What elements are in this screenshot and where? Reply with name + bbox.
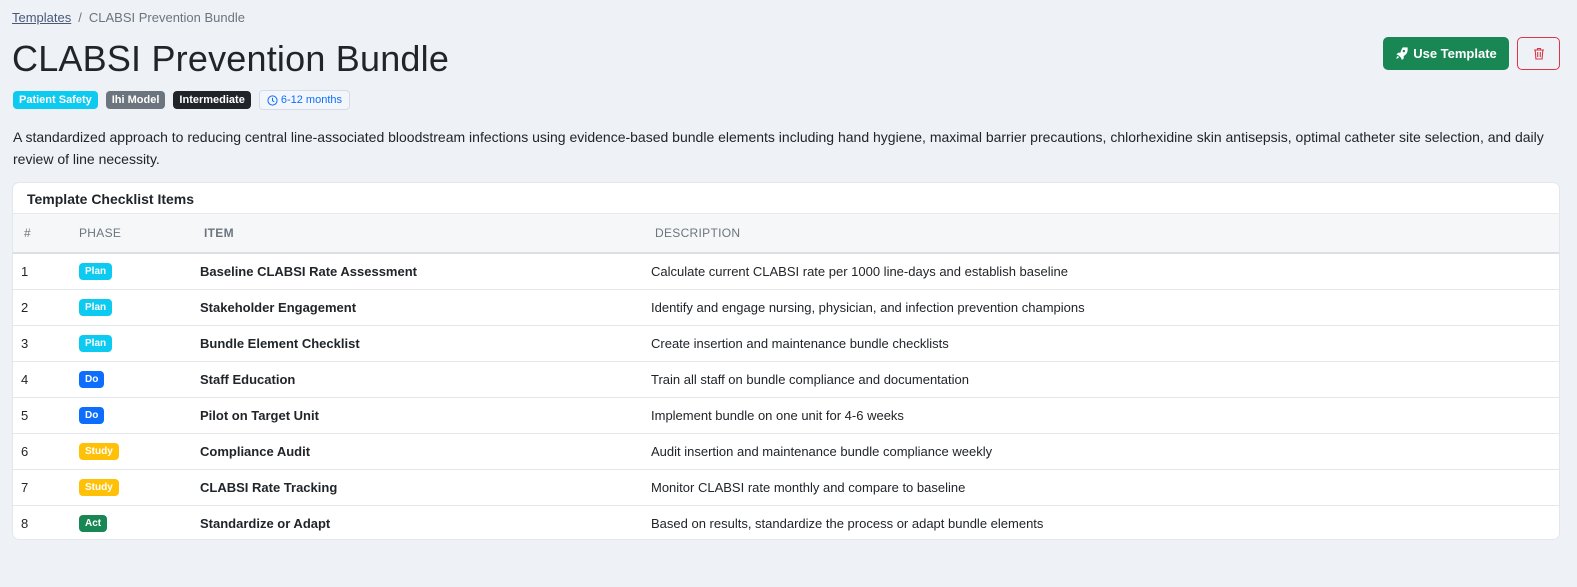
row-number: 2 <box>21 299 29 315</box>
table-row: 4 Do Staff Education Train all staff on bun… <box>13 361 1559 397</box>
breadcrumb-templates-link[interactable]: Templates <box>12 10 71 25</box>
row-number: 8 <box>21 515 29 531</box>
item-name: Standardize or Adapt <box>200 515 331 531</box>
checklist-card-title: Template Checklist Items <box>13 183 1559 214</box>
phase-badge: Plan <box>79 299 113 316</box>
trash-icon <box>1533 47 1544 60</box>
duration-text: 6-12 months <box>280 94 342 106</box>
row-number: 6 <box>21 443 29 459</box>
item-name: Compliance Audit <box>200 443 311 459</box>
breadcrumb-current: CLABSI Prevention Bundle <box>88 10 245 25</box>
breadcrumb: Templates / CLABSI Prevention Bundle <box>12 10 245 25</box>
use-template-label: Use Template <box>1413 46 1497 61</box>
table-row: 2 Plan Stakeholder Engagement Identify and … <box>13 289 1559 325</box>
phase-cell: Do <box>79 361 200 397</box>
clock-icon <box>267 94 278 106</box>
table-row: 6 Study Compliance Audit Audit insertion an… <box>13 433 1559 469</box>
checklist-table: # Phase Item Description 1 Plan Baseline C… <box>13 214 1559 539</box>
phase-badge: Do <box>79 407 105 424</box>
phase-badge: Plan <box>79 263 113 281</box>
item-description: Train all staff on bundle compliance and… <box>651 371 969 387</box>
model-badge: Ihi Model <box>105 91 166 109</box>
breadcrumb-separator: / <box>78 10 82 25</box>
column-header-description: Description <box>655 226 741 240</box>
template-description: A standardized approach to reducing cent… <box>13 129 1544 167</box>
item-description: Implement bundle on one unit for 4-6 wee… <box>651 407 904 423</box>
phase-cell: Act <box>79 505 200 539</box>
item-description: Based on results, standardize the proces… <box>651 515 1044 531</box>
use-template-button[interactable]: Use Template <box>1383 37 1509 70</box>
phase-cell: Plan <box>79 289 200 325</box>
duration-badge: 6-12 months <box>258 90 350 110</box>
row-number: 1 <box>21 263 29 279</box>
table-row: 5 Do Pilot on Target Unit Implement bundle … <box>13 397 1559 433</box>
item-description: Create insertion and maintenance bundle … <box>651 335 949 351</box>
checklist-card: Template Checklist Items # Phase Item De… <box>12 182 1560 540</box>
row-number: 5 <box>21 407 29 423</box>
badge-row: Patient Safety Ihi Model Intermediate 6-… <box>13 90 350 110</box>
phase-badge: Plan <box>79 335 113 352</box>
item-name: Baseline CLABSI Rate Assessment <box>200 263 417 279</box>
table-header-row: # Phase Item Description <box>13 214 1559 253</box>
item-name: Staff Education <box>200 371 296 387</box>
phase-cell: Plan <box>79 325 200 361</box>
phase-cell: Plan <box>79 253 200 289</box>
item-description: Identify and engage nursing, physician, … <box>651 299 1085 315</box>
item-name: Stakeholder Engagement <box>200 299 357 315</box>
item-description: Monitor CLABSI rate monthly and compare … <box>651 479 966 495</box>
item-description: Calculate current CLABSI rate per 1000 l… <box>651 263 1068 279</box>
phase-cell: Do <box>79 397 200 433</box>
header-actions: Use Template <box>1383 37 1560 70</box>
level-badge: Intermediate <box>173 91 251 109</box>
phase-cell: Study <box>79 433 200 469</box>
rocket-icon <box>1396 47 1408 60</box>
item-description: Audit insertion and maintenance bundle c… <box>651 443 993 459</box>
category-badge: Patient Safety <box>13 91 98 109</box>
column-header-item: Item <box>204 226 234 240</box>
table-row: 8 Act Standardize or Adapt Based on results… <box>13 505 1559 539</box>
column-header-num: # <box>24 226 31 240</box>
item-name: CLABSI Rate Tracking <box>200 479 338 495</box>
item-name: Bundle Element Checklist <box>200 335 360 351</box>
phase-badge: Act <box>79 515 108 533</box>
item-name: Pilot on Target Unit <box>200 407 319 423</box>
table-row: 3 Plan Bundle Element Checklist Create inse… <box>13 325 1559 361</box>
column-header-phase: Phase <box>79 226 122 240</box>
delete-button[interactable] <box>1517 37 1560 70</box>
table-row: 7 Study CLABSI Rate Tracking Monitor CLABSI… <box>13 469 1559 505</box>
phase-badge: Study <box>79 479 119 496</box>
phase-badge: Do <box>79 371 105 388</box>
row-number: 3 <box>21 335 29 351</box>
row-number: 7 <box>21 479 29 495</box>
page-title: CLABSI Prevention Bundle <box>12 38 450 79</box>
phase-cell: Study <box>79 469 200 505</box>
phase-badge: Study <box>79 443 119 460</box>
row-number: 4 <box>21 371 29 387</box>
table-row: 1 Plan Baseline CLABSI Rate Assessment Calc… <box>13 253 1559 289</box>
